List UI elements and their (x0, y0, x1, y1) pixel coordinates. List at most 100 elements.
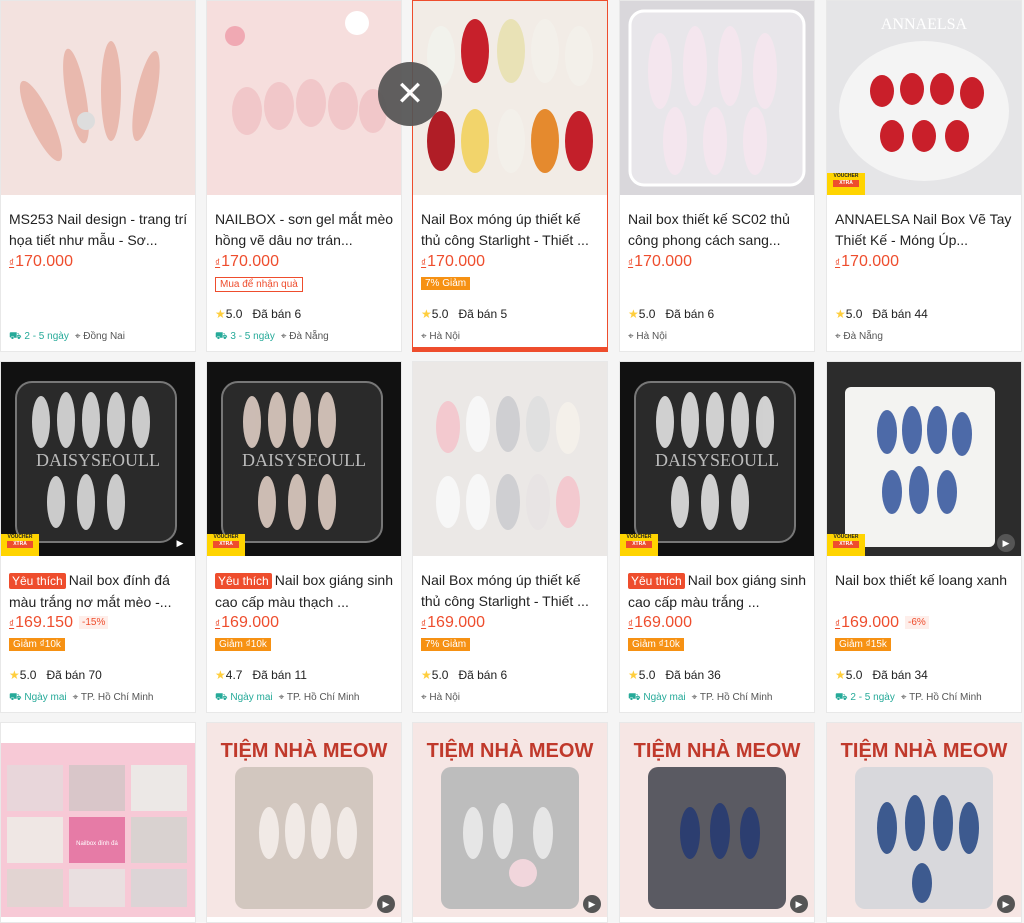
video-play-icon[interactable]: ▶ (377, 895, 395, 913)
video-play-icon[interactable]: ▶ (997, 895, 1015, 913)
product-title[interactable]: Yêu thích Nail box giáng sinh cao cấp màu… (215, 570, 395, 612)
close-x-icon[interactable]: ✕ (378, 62, 442, 126)
svg-text:TIỆM NHÀ MEOW: TIỆM NHÀ MEOW (841, 738, 1008, 762)
product-image[interactable] (1, 1, 195, 195)
rating: ★5.0 Đã bán 6 (628, 307, 715, 321)
svg-text:DAISYSEOULL: DAISYSEOULL (242, 450, 366, 470)
delivery-truck-icon: ⛟ Ngày mai (9, 692, 67, 703)
product-image[interactable]: TIỆM NHÀ MEOW ▶ (827, 723, 1021, 917)
product-price: ₫169.000 (215, 614, 279, 631)
voucher-xtra-badge: VOUCHER XTRA (1, 534, 39, 556)
product-card[interactable]: Nailbox đính đá (0, 722, 196, 923)
product-price: ₫169.000 (421, 614, 485, 631)
product-price: ₫170.000 (835, 253, 899, 270)
star-icon: ★ (421, 307, 432, 321)
rating: ★5.0 Đã bán 44 (835, 307, 928, 321)
product-image[interactable] (207, 1, 401, 195)
location-pin-icon: ⌖ (278, 692, 287, 703)
product-title[interactable]: Nail Box móng úp thiết kế thủ công Starl… (421, 570, 601, 612)
product-image[interactable] (413, 1, 607, 195)
product-image[interactable]: TIỆM NHÀ MEOW ▶ (620, 723, 814, 917)
product-card[interactable]: TIỆM NHÀ MEOW ▶ (826, 722, 1022, 923)
product-card[interactable]: VOUCHER XTRA ▶ Nail box thiết kế loang xa… (826, 361, 1022, 713)
product-card[interactable]: DAISYSEOULL VOUCHER XTRA ▶ Yêu thích Nail … (0, 361, 196, 713)
product-image[interactable]: DAISYSEOULL VOUCHER XTRA ▶ (1, 362, 195, 556)
rating: ★5.0 Đã bán 36 (628, 668, 721, 682)
svg-text:DAISYSEOULL: DAISYSEOULL (36, 450, 160, 470)
discount-percent: -15% (78, 616, 109, 630)
product-image[interactable]: VOUCHER XTRA ▶ (827, 362, 1021, 556)
shipping-info: ⌖ Hà Nội (628, 331, 667, 342)
product-title[interactable]: Nail box thiết kế loang xanh (835, 570, 1015, 612)
star-icon: ★ (835, 668, 846, 682)
product-title[interactable]: ANNAELSA Nail Box Vẽ Tay Thiết Kế - Móng… (835, 209, 1015, 251)
location-pin-icon: ⌖ (74, 331, 84, 342)
product-image[interactable]: Nailbox đính đá (1, 723, 195, 917)
discount-badge: Giảm ₫10k (215, 638, 271, 651)
product-image[interactable] (620, 1, 814, 195)
product-image[interactable]: DAISYSEOULL VOUCHER XTRA (620, 362, 814, 556)
product-image[interactable]: ANNAELSA VOUCHER XTRA (827, 1, 1021, 195)
delivery-truck-icon: ⛟ 2 - 5 ngày (9, 331, 69, 342)
product-title[interactable]: Nail Box móng úp thiết kế thủ công Starl… (421, 209, 601, 251)
product-card[interactable]: TIỆM NHÀ MEOW ▶ (206, 722, 402, 923)
product-card[interactable]: DAISYSEOULL VOUCHER XTRA Yêu thích Nail bo… (619, 361, 815, 713)
shipping-info: ⛟ 3 - 5 ngày ⌖ Đà Nẵng (215, 331, 329, 342)
product-price: ₫170.000 (628, 253, 692, 270)
product-image[interactable]: TIỆM NHÀ MEOW ▶ (207, 723, 401, 917)
hover-strip (413, 347, 607, 351)
delivery-truck-icon: ⛟ 2 - 5 ngày (835, 692, 895, 703)
video-play-icon[interactable]: ▶ (790, 895, 808, 913)
discount-badge: 7% Giảm (421, 638, 471, 651)
product-card[interactable]: Nail Box móng úp thiết kế thủ công Starl… (412, 0, 608, 352)
product-card[interactable]: MS253 Nail design - trang trí họa tiết n… (0, 0, 196, 352)
product-price: ₫170.000 (9, 253, 73, 270)
rating: ★5.0 Đã bán 34 (835, 668, 928, 682)
star-icon: ★ (628, 307, 639, 321)
product-title[interactable]: NAILBOX - sơn gel mắt mèo hồng vẽ dâu nơ… (215, 209, 395, 251)
product-card[interactable]: ANNAELSA VOUCHER XTRA ANNAELSA Nail Box V… (826, 0, 1022, 352)
video-play-icon[interactable]: ▶ (583, 895, 601, 913)
product-title[interactable]: Nail box thiết kế SC02 thủ công phong cá… (628, 209, 808, 251)
location-pin-icon: ⌖ (900, 692, 910, 703)
shipping-info: ⛟ Ngày mai ⌖ TP. Hồ Chí Minh (215, 692, 360, 703)
product-price: ₫169.150 -15% (9, 614, 109, 632)
product-title[interactable]: Yêu thích Nail box đính đá màu trắng nơ m… (9, 570, 189, 612)
product-card[interactable]: NAILBOX - sơn gel mắt mèo hồng vẽ dâu nơ… (206, 0, 402, 352)
video-play-icon[interactable]: ▶ (997, 534, 1015, 552)
product-title[interactable]: MS253 Nail design - trang trí họa tiết n… (9, 209, 189, 251)
discount-badge: Giảm ₫10k (9, 638, 65, 651)
star-icon: ★ (215, 307, 226, 321)
product-image[interactable]: DAISYSEOULL VOUCHER XTRA (207, 362, 401, 556)
shipping-info: ⛟ Ngày mai ⌖ TP. Hồ Chí Minh (628, 692, 773, 703)
rating: ★4.7 Đã bán 11 (215, 668, 307, 682)
product-card[interactable]: TIỆM NHÀ MEOW ▶ (412, 722, 608, 923)
rating: ★5.0 Đã bán 6 (215, 307, 302, 321)
star-icon: ★ (421, 668, 432, 682)
svg-text:DAISYSEOULL: DAISYSEOULL (655, 450, 779, 470)
shipping-info: ⌖ Hà Nội (421, 331, 460, 342)
product-card[interactable]: TIỆM NHÀ MEOW ▶ (619, 722, 815, 923)
delivery-truck-icon: ⛟ Ngày mai (628, 692, 686, 703)
star-icon: ★ (835, 307, 846, 321)
star-icon: ★ (9, 668, 20, 682)
product-image[interactable]: TIỆM NHÀ MEOW ▶ (413, 723, 607, 917)
voucher-xtra-badge: VOUCHER XTRA (207, 534, 245, 556)
delivery-truck-icon: ⛟ Ngày mai (215, 692, 273, 703)
product-price: ₫170.000 (215, 253, 279, 270)
product-card[interactable]: DAISYSEOULL VOUCHER XTRA Yêu thích Nail bo… (206, 361, 402, 713)
svg-text:TIỆM NHÀ MEOW: TIỆM NHÀ MEOW (221, 738, 388, 762)
product-card[interactable]: Nail Box móng úp thiết kế thủ công Starl… (412, 361, 608, 713)
voucher-xtra-badge: VOUCHER XTRA (827, 173, 865, 195)
location-pin-icon: ⌖ (280, 331, 290, 342)
svg-text:TIỆM NHÀ MEOW: TIỆM NHÀ MEOW (634, 738, 801, 762)
delivery-truck-icon: ⛟ 3 - 5 ngày (215, 331, 275, 342)
shipping-info: ⌖ Đà Nẵng (835, 331, 883, 342)
product-card[interactable]: Nail box thiết kế SC02 thủ công phong cá… (619, 0, 815, 352)
product-title[interactable]: Yêu thích Nail box giáng sinh cao cấp màu… (628, 570, 808, 612)
shipping-info: ⛟ Ngày mai ⌖ TP. Hồ Chí Minh (9, 692, 154, 703)
voucher-xtra-badge: VOUCHER XTRA (620, 534, 658, 556)
product-image[interactable] (413, 362, 607, 556)
rating: ★5.0 Đã bán 70 (9, 668, 102, 682)
video-play-icon[interactable]: ▶ (171, 534, 189, 552)
